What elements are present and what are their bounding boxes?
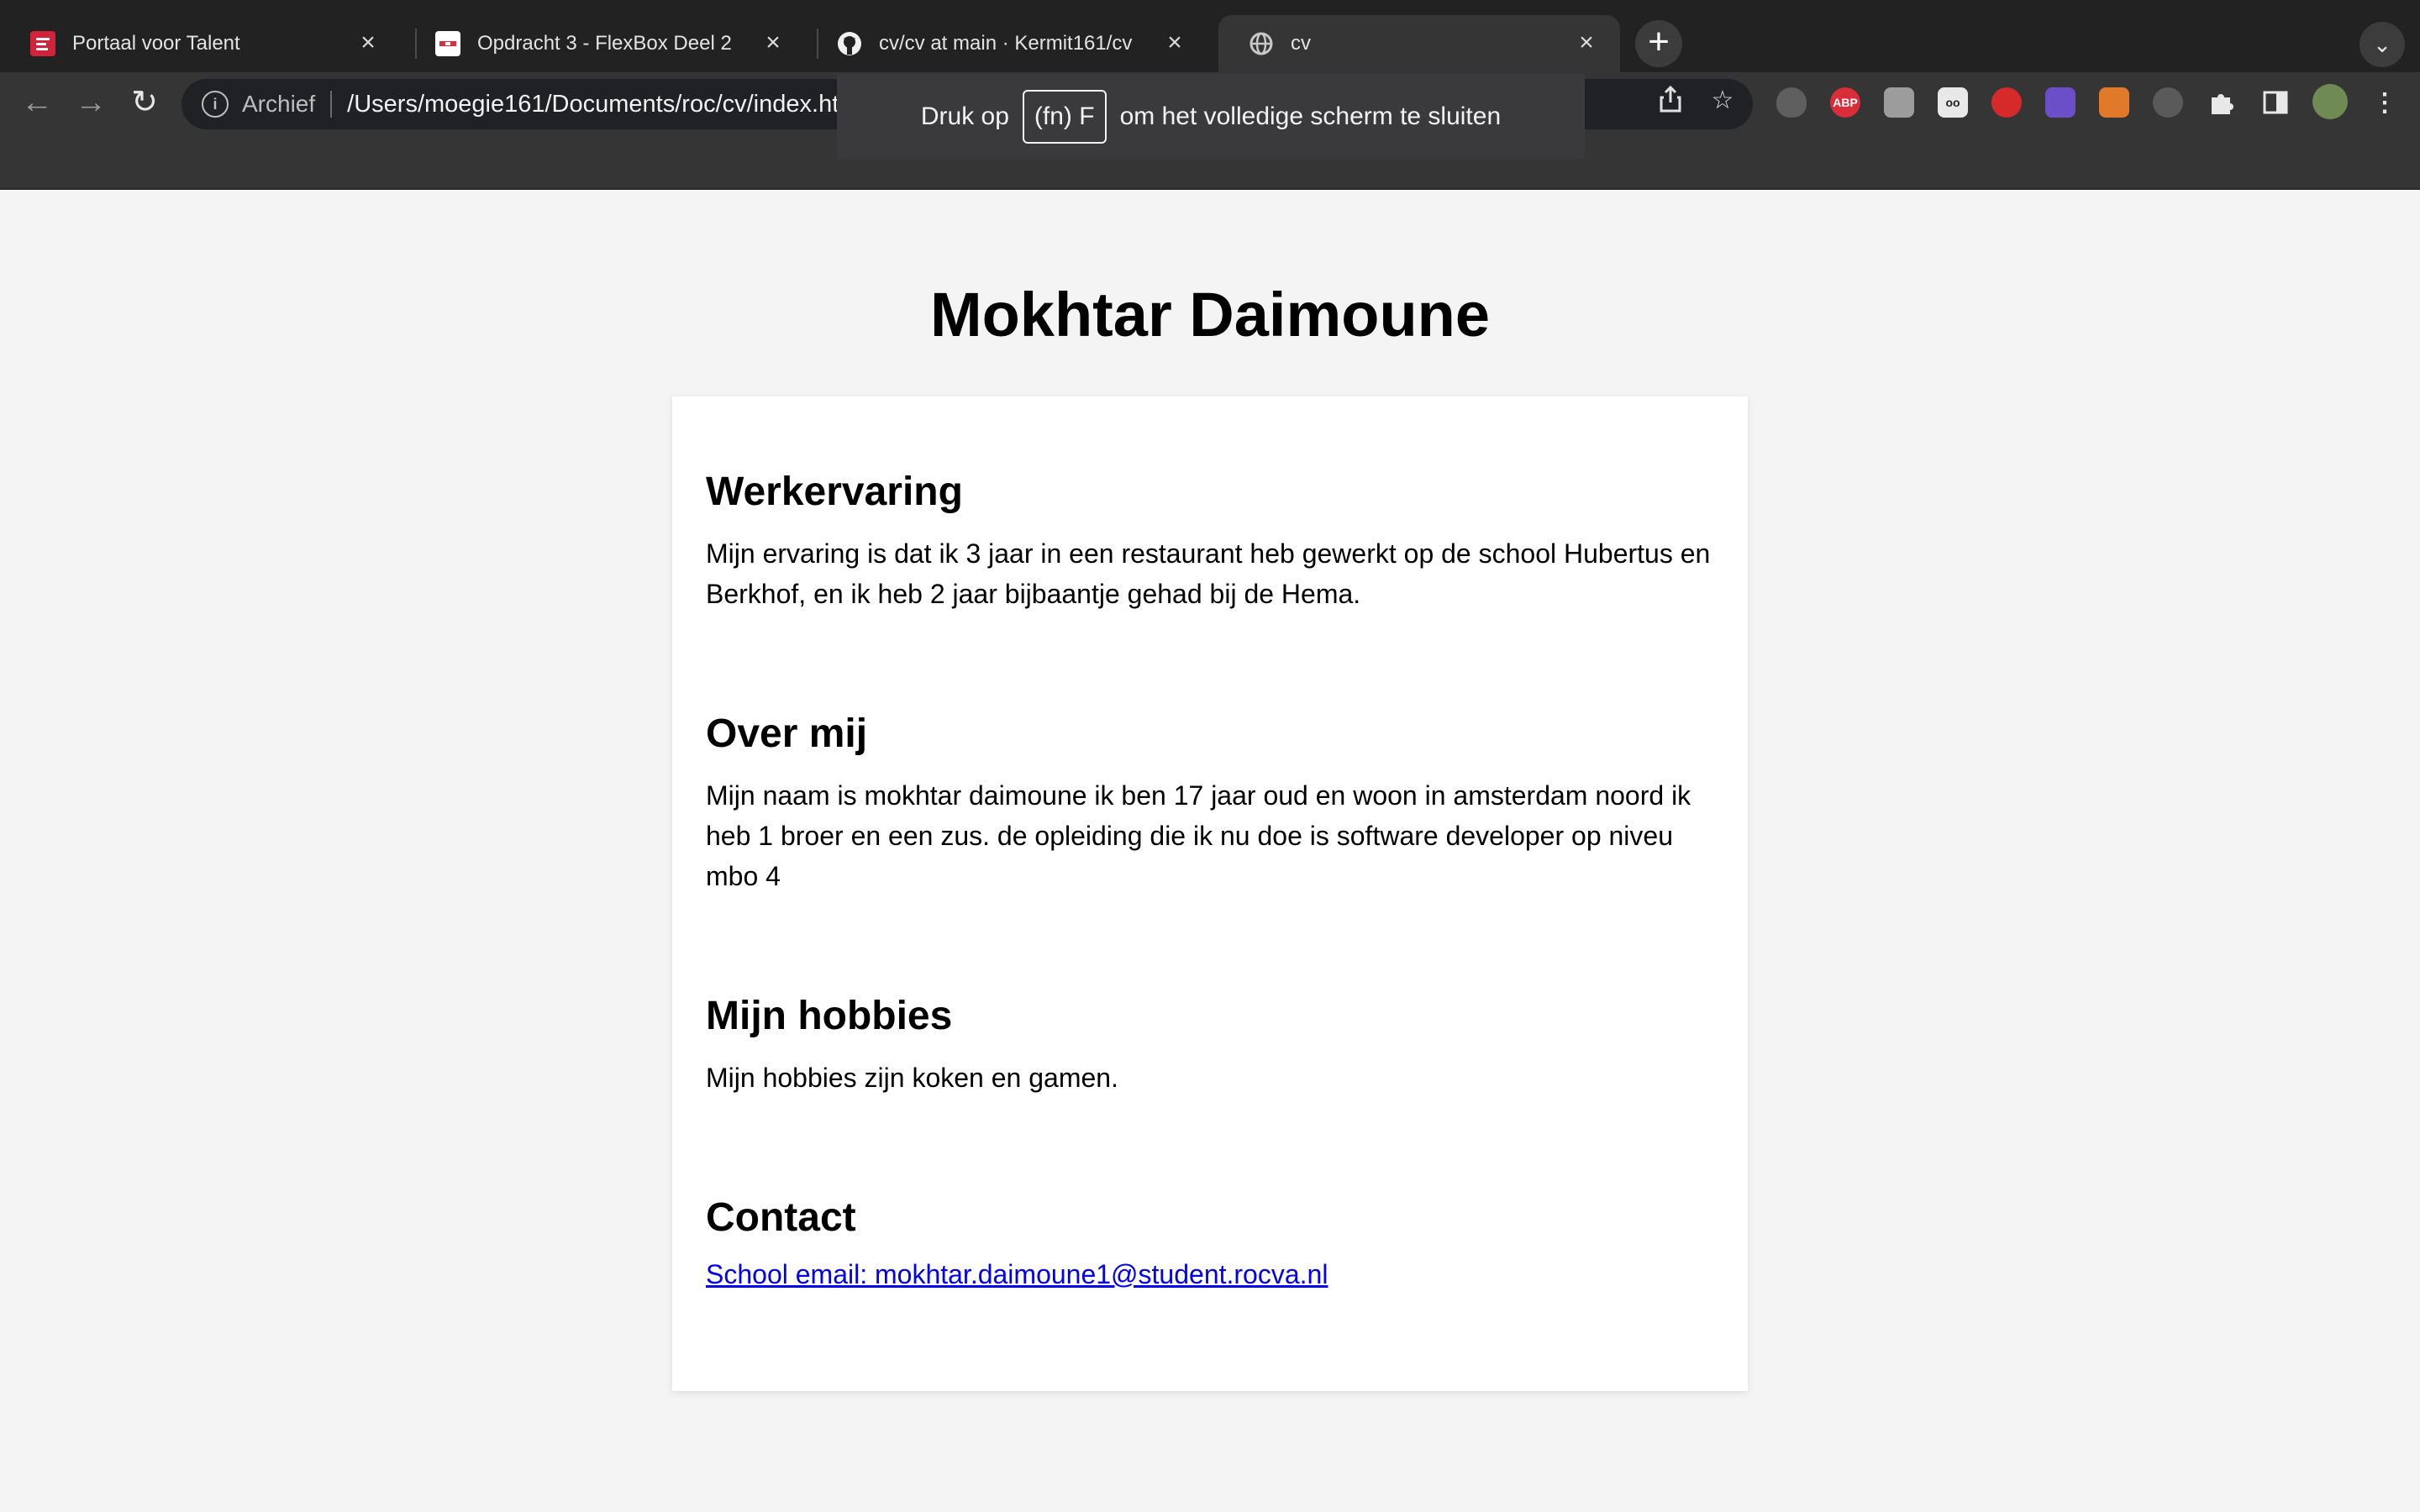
profile-avatar[interactable] [2312,84,2348,119]
close-icon[interactable]: × [355,30,381,57]
more-menu-icon[interactable]: ⋮ [2370,87,2400,118]
info-icon[interactable]: i [202,91,229,118]
tab-title: Portaal voor Talent [72,32,240,55]
tab-title: Opdracht 3 - FlexBox Deel 2 [477,32,732,55]
section-heading: Werkervaring [706,470,963,514]
reload-icon[interactable]: ↻ [126,84,163,121]
section-contact: Contact School email: mokhtar.daimoune1@… [706,1194,1718,1290]
tab-github[interactable]: cv/cv at main · Kermit161/cv × [807,15,1208,72]
page-title: Mokhtar Daimoune [929,280,1491,349]
tab-opdracht[interactable]: Opdracht 3 - FlexBox Deel 2 × [405,15,807,72]
shield-icon[interactable] [1776,87,1807,118]
toast-prefix: Druk op [920,102,1009,130]
tab-strip: Portaal voor Talent × Opdracht 3 - FlexB… [0,0,2420,72]
cv-card: Werkervaring Mijn ervaring is dat ik 3 j… [672,396,1748,1391]
section-hobbies: Mijn hobbies Mijn hobbies zijn koken en … [706,993,1718,1098]
back-icon[interactable]: ← [18,84,55,121]
tab-title: cv [1291,32,1311,55]
sidepanel-icon[interactable] [2260,87,2291,118]
red-extension-icon[interactable] [1991,87,2022,118]
new-tab-button[interactable]: + [1635,20,1682,67]
section-over-mij: Over mij Mijn naam is mokhtar daimoune i… [706,711,1718,896]
section-heading: Over mij [706,711,868,756]
tab-title: cv/cv at main · Kermit161/cv [879,32,1133,55]
puzzle-icon[interactable] [2207,87,2237,118]
section-text: Mijn hobbies zijn koken en gamen. [706,1063,1118,1093]
section-text: Mijn ervaring is dat ik 3 jaar in een re… [706,538,1711,609]
close-icon[interactable]: × [1161,30,1188,57]
document-icon [435,31,460,56]
close-icon[interactable]: × [760,30,786,57]
tab-cv[interactable]: cv × [1218,15,1620,72]
toast-suffix: om het volledige scherm te sluiten [1119,102,1502,130]
globe-icon [1249,31,1274,56]
extension-icon[interactable] [1884,87,1914,118]
save-icon[interactable] [2099,87,2129,118]
glasses-icon[interactable]: oo [1938,87,1968,118]
github-icon [837,31,862,56]
fullscreen-toast: Druk op (fn) F om het volledige scherm t… [837,74,1585,160]
section-heading: Contact [706,1195,856,1240]
url-text[interactable]: /Users/moegie161/Documents/roc/cv/index.… [347,91,865,118]
section-werkervaring: Werkervaring Mijn ervaring is dat ik 3 j… [706,469,1718,614]
security-chip[interactable]: Archief [242,91,315,118]
star-icon[interactable]: ☆ [1707,86,1738,116]
email-link[interactable]: School email: mokhtar.daimoune1@student.… [706,1259,1328,1290]
robot-icon[interactable] [2153,87,2183,118]
toast-key: (fn) F [1022,90,1107,144]
section-text: Mijn naam is mokhtar daimoune ik ben 17 … [706,780,1691,891]
portaal-icon [30,31,55,56]
chevron-down-icon[interactable]: ⌄ [2360,22,2405,67]
forward-icon[interactable]: → [72,84,109,121]
tab-portaal[interactable]: Portaal voor Talent × [0,15,402,72]
browser-chrome: Portaal voor Talent × Opdracht 3 - FlexB… [0,0,2420,190]
tec-icon[interactable] [2045,87,2075,118]
omnibox-divider [330,91,333,118]
share-icon[interactable] [1655,85,1686,116]
adblock-label: ABP [1833,96,1858,109]
adblock-icon[interactable]: ABP [1830,87,1860,118]
close-icon[interactable]: × [1573,30,1600,57]
section-heading: Mijn hobbies [706,994,953,1038]
